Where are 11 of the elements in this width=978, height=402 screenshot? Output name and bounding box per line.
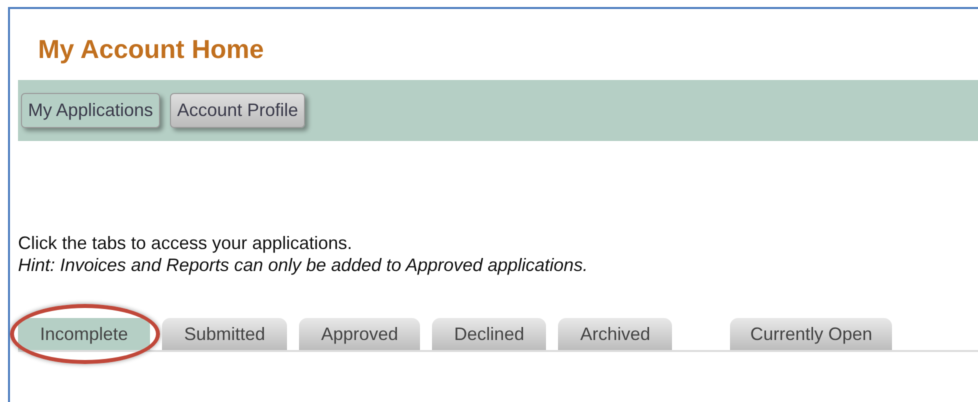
tab[interactable]: Incomplete (18, 318, 150, 350)
tab[interactable]: Submitted (162, 318, 288, 350)
tab[interactable]: Currently Open (730, 318, 892, 350)
tab[interactable]: Archived (558, 318, 672, 350)
nav-button[interactable]: Account Profile (170, 93, 306, 128)
nav-button[interactable]: My Applications (21, 93, 160, 128)
page-title: My Account Home (37, 33, 265, 61)
tab[interactable]: Declined (432, 318, 546, 350)
instructions-text: Click the tabs to access your applications. (18, 232, 354, 254)
tab[interactable]: Approved (299, 318, 420, 350)
hint-text: Hint: Invoices and Reports can only be added to Approved applications. (18, 254, 589, 276)
